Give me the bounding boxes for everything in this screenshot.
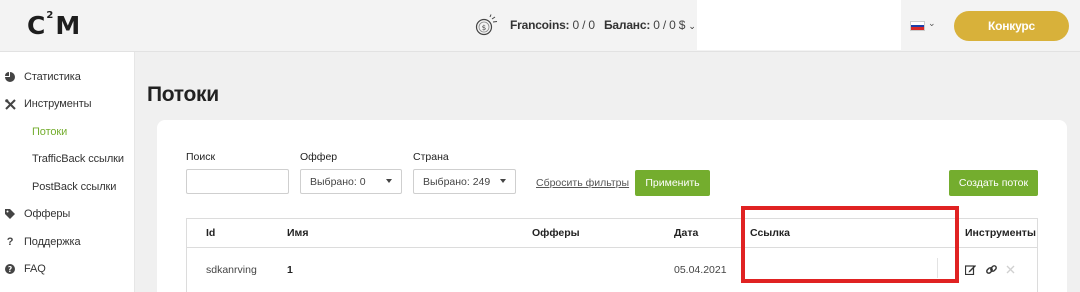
caret-down-icon <box>386 179 392 183</box>
column-header-date[interactable]: Дата <box>674 227 698 239</box>
reset-filters-link[interactable]: Сбросить фильтры <box>536 177 629 189</box>
apply-button[interactable]: Применить <box>635 170 710 196</box>
column-header-id[interactable]: Id <box>206 227 215 239</box>
balance-label: Баланс: <box>604 18 651 32</box>
sidebar-item-statistics[interactable]: Статистика <box>0 67 81 87</box>
row-name[interactable]: 1 <box>287 264 293 276</box>
edit-icon[interactable] <box>965 264 976 275</box>
offer-label: Оффер <box>300 151 338 163</box>
country-select[interactable]: Выбрано: 249 <box>413 169 516 194</box>
svg-text:$: $ <box>482 24 486 32</box>
offer-select[interactable]: Выбрано: 0 <box>300 169 402 194</box>
balance-value: 0 / 0 $ <box>653 18 686 32</box>
sidebar-item-label: FAQ <box>24 263 46 275</box>
column-header-tools: Инструменты <box>965 227 1036 239</box>
sidebar <box>0 52 135 292</box>
highlight-box <box>741 206 959 283</box>
top-header: C2M $ Francoins: 0 / 0 Баланс: 0 / 0 $ ⌄… <box>0 0 1080 52</box>
logo-superscript: 2 <box>46 10 55 21</box>
country-select-value: Выбрано: 249 <box>423 176 491 188</box>
logo-c: C <box>27 11 47 40</box>
sidebar-item-label: Поддержка <box>24 236 81 248</box>
logo-m: M <box>55 11 82 40</box>
offer-select-value: Выбрано: 0 <box>310 176 366 188</box>
caret-down-icon <box>500 179 506 183</box>
link-icon[interactable] <box>986 264 997 275</box>
delete-icon[interactable] <box>1005 264 1016 275</box>
page-title: Потоки <box>147 83 219 106</box>
francoins-label: Francoins: <box>510 18 570 32</box>
column-header-offers[interactable]: Офферы <box>532 227 580 239</box>
logo[interactable]: C2M <box>27 10 82 41</box>
francoins-value: 0 / 0 <box>572 18 595 32</box>
tools-icon <box>4 98 16 110</box>
row-date: 05.04.2021 <box>674 264 727 276</box>
sidebar-item-label: Офферы <box>24 208 71 220</box>
sidebar-subitem-postback[interactable]: PostBack ссылки <box>32 177 116 197</box>
sidebar-item-support[interactable]: ? Поддержка <box>0 232 81 252</box>
balance-dropdown[interactable]: Баланс: 0 / 0 $ ⌄ <box>604 18 696 32</box>
sidebar-subitem-trafficback[interactable]: TrafficBack ссылки <box>32 149 124 169</box>
help-circle-icon: ? <box>4 263 16 275</box>
chevron-down-icon: ⌄ <box>688 21 696 31</box>
language-flag-icon[interactable] <box>910 21 925 31</box>
country-label: Страна <box>413 151 449 163</box>
pie-chart-icon <box>4 71 16 83</box>
sidebar-subitem-streams[interactable]: Потоки <box>32 122 67 142</box>
question-icon: ? <box>6 236 14 248</box>
sidebar-item-tools[interactable]: Инструменты <box>0 94 92 114</box>
search-label: Поиск <box>186 151 216 163</box>
flag-stripe-red <box>911 27 924 30</box>
francoins-counter: Francoins: 0 / 0 <box>510 18 595 32</box>
header-blank-area <box>697 0 901 50</box>
sidebar-item-label: Статистика <box>24 71 81 83</box>
sidebar-item-offers[interactable]: Офферы <box>0 204 70 224</box>
row-id: sdkanrving <box>206 264 257 276</box>
svg-text:?: ? <box>8 265 12 274</box>
column-header-name[interactable]: Имя <box>287 227 308 239</box>
coin-icon: $ <box>475 14 498 36</box>
sidebar-item-label: Инструменты <box>24 98 92 110</box>
tag-icon <box>4 208 16 220</box>
sidebar-item-faq[interactable]: ? FAQ <box>0 259 46 279</box>
contest-button[interactable]: Конкурс <box>954 11 1069 41</box>
language-chevron-icon[interactable]: ⌄ <box>928 18 936 29</box>
search-input[interactable] <box>186 169 289 194</box>
create-stream-button[interactable]: Создать поток <box>949 170 1038 196</box>
